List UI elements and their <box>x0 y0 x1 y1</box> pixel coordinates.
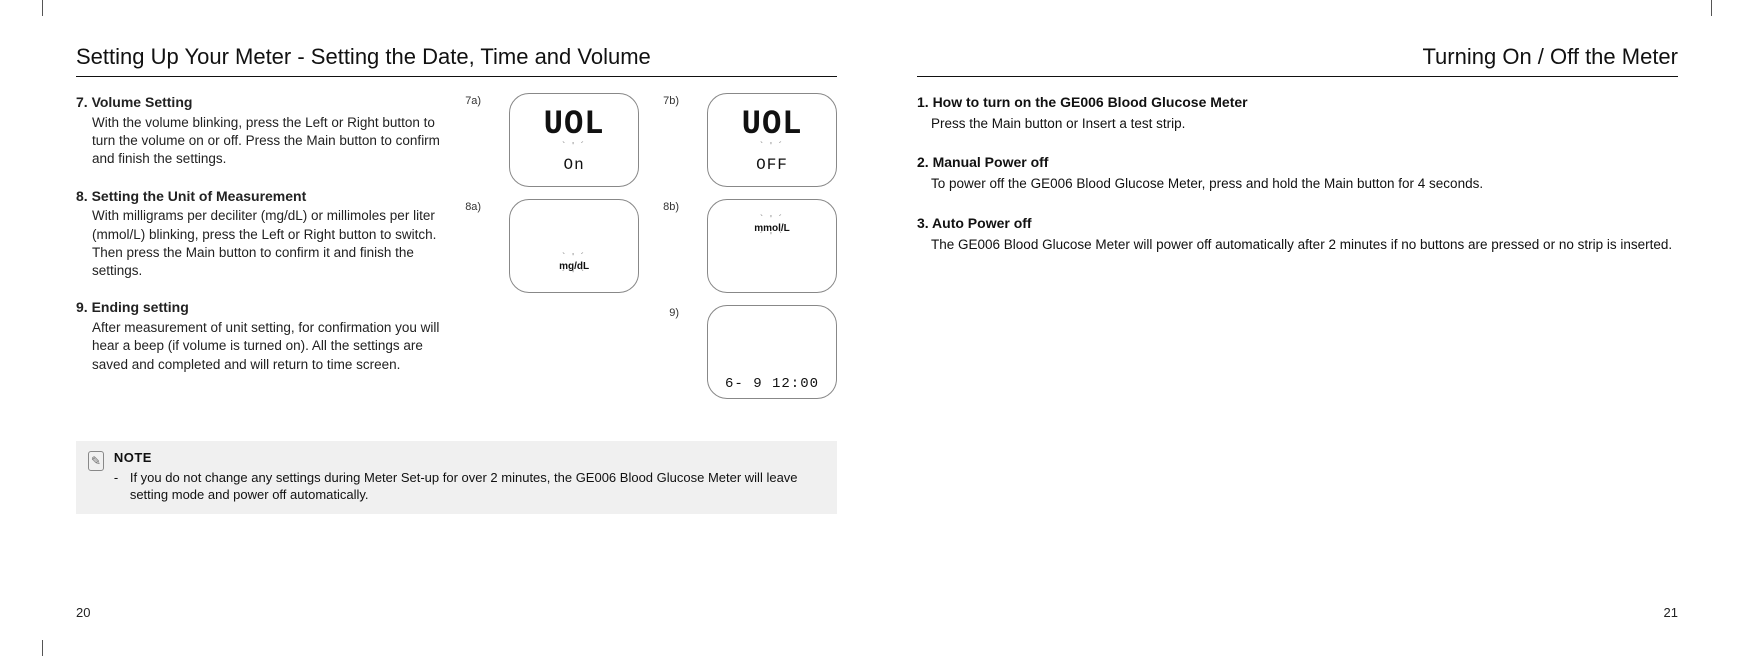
page-left: Setting Up Your Meter - Setting the Date… <box>76 44 877 604</box>
section-title: 9. Ending setting <box>76 298 443 317</box>
manual-spread: Setting Up Your Meter - Setting the Date… <box>0 0 1754 656</box>
lcd-screen-7a: UOL ` ' ´ On <box>509 93 639 187</box>
bullet-dash: - <box>114 469 122 504</box>
section-7: 7. Volume Setting With the volume blinki… <box>76 93 443 169</box>
figure-label-7a: 7a) <box>465 95 481 107</box>
section-r3: 3. Auto Power off The GE006 Blood Glucos… <box>917 214 1678 254</box>
blink-indicator-icon: ´ ' ` <box>760 234 784 240</box>
page-number-left: 20 <box>76 605 90 620</box>
lcd-screen-8b: ` ' ´ mmol/L ´ ' ` <box>707 199 837 293</box>
section-body: After measurement of unit setting, for c… <box>92 319 443 374</box>
blink-indicator-icon: ´ ' ` <box>562 272 586 278</box>
lcd-small-text: OFF <box>756 156 788 174</box>
section-title: 7. Volume Setting <box>76 93 443 112</box>
figure-label-8b: 8b) <box>663 201 679 213</box>
section-r2: 2. Manual Power off To power off the GE0… <box>917 153 1678 193</box>
page-right: Turning On / Off the Meter 1. How to tur… <box>877 44 1678 604</box>
crop-mark <box>42 640 43 656</box>
page-title-left: Setting Up Your Meter - Setting the Date… <box>76 44 837 77</box>
lcd-small-text: On <box>563 156 584 174</box>
section-body: The GE006 Blood Glucose Meter will power… <box>931 236 1678 255</box>
section-title: 2. Manual Power off <box>917 153 1678 173</box>
lcd-screen-8a: ` ' ´ mg/dL ´ ' ` <box>509 199 639 293</box>
note-box: ✎ NOTE - If you do not change any settin… <box>76 441 837 514</box>
section-title: 3. Auto Power off <box>917 214 1678 234</box>
section-body: With the volume blinking, press the Left… <box>92 114 443 169</box>
lcd-big-text: UOL <box>741 106 802 144</box>
section-r1: 1. How to turn on the GE006 Blood Glucos… <box>917 93 1678 133</box>
section-body: To power off the GE006 Blood Glucose Met… <box>931 175 1678 194</box>
lcd-screen-9: 6- 9 12:00 <box>707 305 837 399</box>
section-body: Press the Main button or Insert a test s… <box>931 115 1678 134</box>
page-number-right: 21 <box>1664 605 1678 620</box>
section-title: 8. Setting the Unit of Measurement <box>76 187 443 206</box>
crop-mark <box>1711 0 1712 16</box>
figure-label-8a: 8a) <box>465 201 481 213</box>
lcd-big-text: UOL <box>544 106 605 144</box>
left-text-column: 7. Volume Setting With the volume blinki… <box>76 93 443 411</box>
left-figures-column: 7a) UOL ` ' ´ On 7b) UOL ` ' ´ <box>465 93 837 411</box>
lcd-screen-7b: UOL ` ' ´ OFF <box>707 93 837 187</box>
note-title: NOTE <box>114 449 825 467</box>
figure-label-9: 9) <box>669 307 679 319</box>
note-body-text: If you do not change any settings during… <box>130 469 825 504</box>
note-icon: ✎ <box>88 451 104 471</box>
crop-mark <box>42 0 43 16</box>
section-title: 1. How to turn on the GE006 Blood Glucos… <box>917 93 1678 113</box>
section-8: 8. Setting the Unit of Measurement With … <box>76 187 443 281</box>
section-9: 9. Ending setting After measurement of u… <box>76 298 443 374</box>
figure-label-7b: 7b) <box>663 95 679 107</box>
section-body: With milligrams per deciliter (mg/dL) or… <box>92 207 443 280</box>
blink-indicator-icon: ` ' ´ <box>562 144 586 150</box>
page-title-right: Turning On / Off the Meter <box>917 44 1678 77</box>
lcd-bottom-text: 6- 9 12:00 <box>708 376 836 392</box>
blink-indicator-icon: ` ' ´ <box>760 144 784 150</box>
